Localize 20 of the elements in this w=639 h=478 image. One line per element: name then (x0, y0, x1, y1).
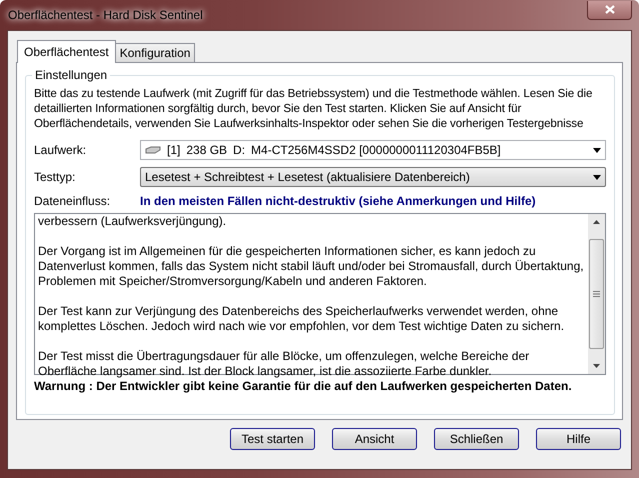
test-type-label: Testtyp: (34, 170, 76, 184)
tab[interactable]: Konfiguration (114, 43, 196, 62)
drive-dropdown[interactable]: [1] 238 GB D: M4-CT256M4SSD2 [0000000011120304FB5B] (140, 140, 606, 160)
intro-text: Bitte das zu testende Laufwerk (mit Zugriff für das Betriebssystem) und die Testmethode wählen. Lesen Sie die detaillierten Informationen sorgfältig durch, bevor Sie den Test starten. Klicken Sie auf Ansicht für Oberflächendetails, verwenden Sie Laufwerksinhalts-Inspektor oder sehen Sie die vorherigen Testergebnisse (34, 86, 594, 131)
window-title: Oberflächentest - Hard Disk Sentinel (7, 8, 203, 22)
dialog-button[interactable]: Schließen (434, 428, 519, 450)
drive-label: Laufwerk: (34, 143, 88, 157)
description-paragraph: verbessern (Laufwerksverjüngung). (38, 214, 228, 229)
dialog-button[interactable]: Test starten (230, 428, 315, 450)
tab[interactable]: Oberflächentest (17, 40, 116, 63)
dialog-button[interactable]: Ansicht (332, 428, 417, 450)
warning-text: Warnung : Der Entwickler gibt keine Garantie für die auf den Laufwerken gespeicherten Daten. (34, 379, 573, 393)
description-paragraph: Der Vorgang ist im Allgemeinen für die gespeicherten Informationen sicher, es kann jedoch zu Datenverlust kommen, falls das System nicht stabil läuft und/oder bei Stromausfall, durch Übertaktung, Problemen mit Speicher/Stromversorgung/Kabeln und anderen Faktoren. (38, 244, 585, 289)
data-impact-value: In den meisten Fällen nicht-destruktiv (siehe Anmerkungen und Hilfe) (140, 194, 536, 208)
dialog-button[interactable]: Hilfe (536, 428, 621, 450)
group-title: Einstellungen (32, 68, 110, 82)
description-paragraph: Der Test kann zur Verjüngung des Datenbereichs des Speicherlaufwerks verwendet werden, ohne komplettes Löschen. Jedoch wird nach wie vor empfohlen, vor dem Test wichtige Daten zu sichern. (38, 304, 566, 334)
test-type-dropdown[interactable]: Lesetest + Schreibtest + Lesetest (aktualisiere Datenbereich) (140, 167, 606, 187)
data-impact-label: Dateneinfluss: (34, 194, 112, 208)
description-paragraph: Der Test misst die Übertragungsdauer für alle Blöcke, um offenzulegen, welche Bereiche der Oberfläche langsamer sind. Ist der Block langsamer, ist die assoziierte Farbe dunkler. (38, 349, 530, 379)
